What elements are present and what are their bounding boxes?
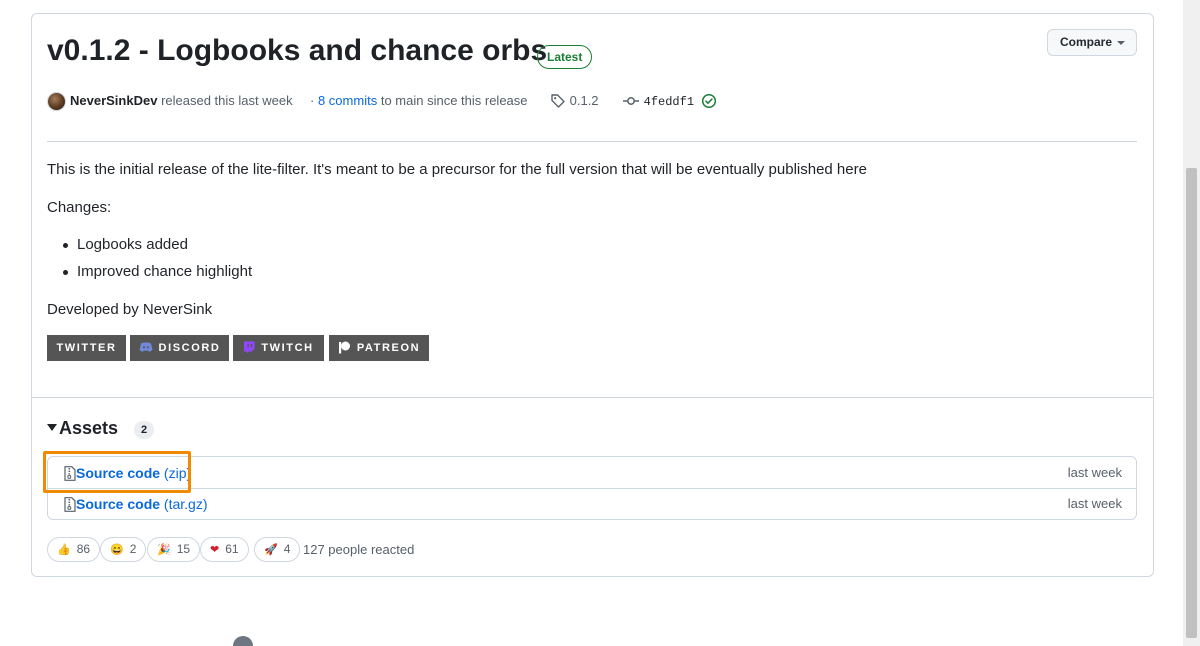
asset-time: last week — [1067, 465, 1122, 480]
commits-link[interactable]: 8 commits — [318, 93, 377, 108]
commit-hash: 4feddf1 — [643, 95, 695, 109]
github-logo-icon[interactable] — [233, 636, 253, 646]
reaction-thumbs-up[interactable]: 👍 86 — [47, 537, 101, 562]
author-link[interactable]: NeverSinkDev — [70, 93, 157, 108]
asset-divider — [48, 488, 1136, 489]
reaction-count: 86 — [76, 542, 91, 556]
reactions-summary: 127 people reacted — [303, 542, 415, 557]
reaction-count: 2 — [129, 542, 137, 556]
asset-ext: (zip) — [163, 465, 192, 481]
asset-name: Source code — [76, 465, 161, 481]
asset-time: last week — [1067, 496, 1122, 511]
reaction-laugh[interactable]: 😄 2 — [100, 537, 147, 562]
reaction-count: 61 — [225, 542, 239, 556]
tag-info[interactable]: 0.1.2 — [550, 91, 599, 111]
smile-icon: 😄 — [110, 544, 124, 556]
compare-label: Compare — [1060, 35, 1113, 49]
twitch-icon — [244, 341, 255, 354]
check-circle-icon — [701, 93, 716, 108]
release-intro: This is the initial release of the lite-… — [47, 161, 867, 178]
scrollbar-thumb[interactable] — [1186, 168, 1197, 638]
thumbs-up-icon: 👍 — [57, 544, 71, 556]
file-zip-icon — [64, 496, 76, 512]
rocket-icon: 🚀 — [264, 544, 278, 556]
bullet-marker — [63, 270, 68, 275]
change-item: Logbooks added — [77, 236, 188, 253]
header-divider — [47, 141, 1137, 142]
file-zip-icon — [64, 465, 76, 481]
reaction-count: 15 — [176, 542, 191, 556]
discord-badge-label: DISCORD — [158, 342, 221, 354]
asset-source-zip-link[interactable]: Source code (zip) — [64, 463, 191, 483]
twitter-badge-label: TWITTER — [56, 342, 117, 354]
triangle-down-icon — [47, 424, 57, 431]
compare-button[interactable]: Compare — [1047, 29, 1137, 56]
patreon-badge-label: PATREON — [356, 342, 421, 354]
assets-toggle[interactable]: Assets — [47, 418, 118, 439]
patreon-badge[interactable]: PATREON — [329, 335, 429, 361]
commits-dot: · — [310, 93, 315, 108]
assets-count: 2 — [134, 421, 154, 439]
twitch-badge[interactable]: TWITCH — [233, 335, 324, 361]
reaction-count: 4 — [283, 542, 291, 556]
change-item: Improved chance highlight — [77, 263, 253, 280]
footer-links — [263, 638, 963, 646]
asset-ext: (tar.gz) — [163, 496, 208, 512]
tag-label: 0.1.2 — [569, 93, 599, 108]
release-author-line: NeverSinkDev released this last week — [70, 91, 293, 111]
release-title[interactable]: v0.1.2 - Logbooks and chance orbs — [47, 34, 547, 68]
released-text: released this last week — [161, 93, 293, 108]
assets-divider — [32, 397, 1153, 398]
latest-badge: Latest — [537, 45, 593, 69]
avatar[interactable] — [47, 92, 66, 111]
reaction-heart[interactable]: ❤ 61 — [200, 537, 249, 562]
reaction-hooray[interactable]: 🎉 15 — [147, 537, 201, 562]
discord-badge[interactable]: DISCORD — [130, 335, 229, 361]
bullet-marker — [63, 243, 68, 248]
developed-by: Developed by NeverSink — [47, 301, 213, 318]
chevron-down-icon — [1117, 41, 1125, 45]
assets-heading: Assets — [59, 418, 119, 438]
asset-source-targz-link[interactable]: Source code (tar.gz) — [64, 494, 208, 514]
commits-suffix: to main since this release — [380, 93, 528, 108]
twitter-badge[interactable]: TWITTER — [47, 335, 126, 361]
tada-icon: 🎉 — [157, 544, 171, 556]
twitch-badge-label: TWITCH — [261, 342, 314, 354]
tag-icon — [551, 93, 565, 108]
reaction-rocket[interactable]: 🚀 4 — [254, 537, 301, 562]
asset-name: Source code — [76, 496, 161, 512]
commit-info[interactable]: 4feddf1 — [622, 91, 717, 111]
heart-icon: ❤ — [210, 544, 220, 556]
commits-info: · 8 commits to main since this release — [310, 91, 528, 111]
patreon-icon — [338, 341, 350, 354]
changes-heading: Changes: — [47, 199, 112, 216]
discord-icon — [139, 342, 153, 352]
commit-icon — [623, 96, 639, 105]
